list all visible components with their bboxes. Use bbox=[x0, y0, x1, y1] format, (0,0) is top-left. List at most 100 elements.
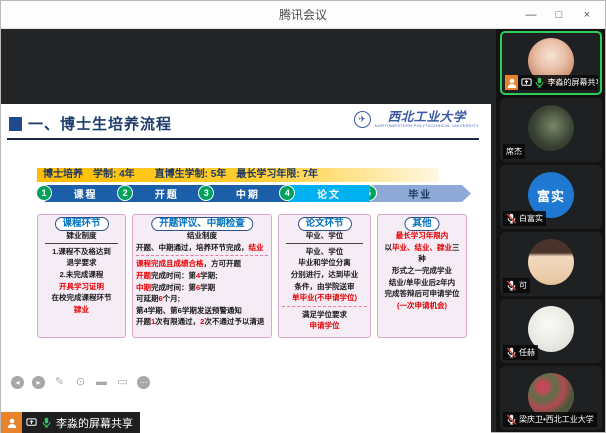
stage-box-line: 在校完成课程环节 bbox=[51, 293, 112, 303]
mic-off-icon bbox=[506, 280, 517, 291]
participant-badge-row: 席杰 bbox=[503, 144, 525, 159]
mic-on-icon bbox=[41, 417, 52, 428]
participant-name-badge: 可 bbox=[503, 278, 530, 293]
university-name: 西北工业大学 bbox=[387, 109, 466, 124]
stage-box-line: 开题、中期通过，培养环节完成，结业 bbox=[136, 242, 268, 257]
process-steps: 1 课程 2 开题 3 中期 4 论文 5毕业 bbox=[36, 185, 471, 202]
stage-box-line: 条件，由学院送审 bbox=[294, 281, 355, 291]
step-number-icon: 1 bbox=[36, 185, 52, 201]
participant-name: 席杰 bbox=[506, 147, 522, 156]
stage-box-line: 可延期6个月; bbox=[136, 294, 181, 304]
participant-name: 梁庆卫•西北工业大学 bbox=[519, 415, 594, 424]
stage-box-line: 完成答辩后可申请学位 bbox=[384, 289, 460, 299]
shared-screen-area: 一、博士生培养流程 ✈ 西北工业大学 NORTHWESTERN POLYTECH… bbox=[1, 29, 498, 433]
meeting-window: 腾讯会议 — □ × 一、博士生培养流程 ✈ 西北工业大学 NORTHWESTE… bbox=[0, 0, 606, 433]
stage-box: 课程环节 肄业制度 1.课程不及格达到 退学要求 2.未完成课程 开具学习证明 在校完成课程… bbox=[37, 214, 126, 338]
stage-box-body: 结业制度 开题、中期通过，培养环节完成，结业 课程完成且成绩合格，方可开题 开题完成时… bbox=[136, 230, 268, 328]
minimize-button[interactable]: — bbox=[517, 1, 545, 29]
slide-heading: 一、博士生培养流程 bbox=[9, 113, 172, 134]
step-label: 中期 bbox=[235, 190, 260, 201]
stage-box-line: 1.课程不及格达到 bbox=[52, 246, 111, 256]
step-label: 开题 bbox=[154, 190, 179, 201]
participant-tile[interactable]: 李淼的屏幕共享 bbox=[500, 31, 602, 95]
participant-name-badge: 任赫 bbox=[503, 345, 538, 360]
presenter-toolbar: ◂ ▸ ✎ ⊙ ▬ ▭ ⋯ bbox=[11, 376, 150, 389]
participants-sidebar[interactable]: 李淼的屏幕共享席杰富实 白富实可任赫梁庆卫•西北工业大学 bbox=[496, 29, 605, 432]
stage-box-title: 课程环节 bbox=[54, 217, 109, 231]
mic-off-icon bbox=[506, 414, 517, 425]
stage-box-line: 满足学位要求 bbox=[302, 309, 347, 319]
close-button[interactable]: × bbox=[573, 1, 601, 29]
participant-name: 李淼的屏幕共享 bbox=[547, 78, 598, 87]
screen-share-status: 李淼的屏幕共享 bbox=[1, 412, 140, 433]
stage-box-line: 中期完成时间：第6学期 bbox=[136, 282, 216, 292]
stage-box-line: 开题1次有限通过，2次不通过予以清退 bbox=[136, 317, 265, 327]
participant-badge-row: 任赫 bbox=[503, 345, 538, 360]
stage-box-line: 毕业、学位 bbox=[305, 246, 344, 256]
stage-box-line: 结业制度 bbox=[187, 231, 217, 240]
avatar bbox=[528, 105, 574, 151]
comment-icon[interactable]: ▭ bbox=[116, 376, 129, 389]
participant-name: 任赫 bbox=[519, 348, 535, 357]
heading-divider bbox=[7, 138, 479, 140]
maximize-button[interactable]: □ bbox=[545, 1, 573, 29]
university-name-en: NORTHWESTERN POLYTECHNICAL UNIVERSITY bbox=[374, 123, 479, 128]
stage-box-body: 肄业制度 1.课程不及格达到 退学要求 2.未完成课程 开具学习证明 在校完成课程环节 肄业 bbox=[41, 230, 122, 315]
stage-box-line: 毕业、学位 bbox=[286, 230, 363, 244]
stage-box-line: 肄业 bbox=[74, 304, 89, 314]
stage-box-line: 最长学习年限内 bbox=[395, 231, 449, 240]
titlebar: 腾讯会议 — □ × bbox=[1, 1, 605, 29]
stage-box-title: 其他 bbox=[404, 217, 440, 231]
stage-box-line: 退学要求 bbox=[66, 258, 97, 268]
stage-boxes: 课程环节 肄业制度 1.课程不及格达到 退学要求 2.未完成课程 开具学习证明 在校完成课程… bbox=[37, 214, 467, 338]
participant-badge-row: 可 bbox=[503, 278, 530, 293]
stage-box-line: 毕业和学位分离 bbox=[298, 258, 351, 268]
step-number-icon: 4 bbox=[279, 185, 296, 201]
stage-box: 其他 最长学习年限内 以毕业、结业、肄业三种 形式之一完成学业 结业/单毕业后2年内 完成… bbox=[377, 214, 467, 338]
heading-square-icon bbox=[9, 116, 22, 131]
next-icon[interactable]: ▸ bbox=[32, 376, 45, 389]
step-number-icon: 3 bbox=[198, 185, 215, 201]
screen-share-icon bbox=[26, 417, 37, 428]
step-label: 课程 bbox=[73, 190, 98, 201]
pen-icon[interactable]: ✎ bbox=[53, 376, 66, 389]
camera-icon[interactable]: ▬ bbox=[95, 376, 108, 389]
participant-badge-row: 梁庆卫•西北工业大学 bbox=[503, 412, 597, 427]
participant-tile[interactable]: 任赫 bbox=[500, 299, 602, 363]
participant-name-badge: 席杰 bbox=[503, 144, 525, 159]
stage-box-title: 论文环节 bbox=[297, 217, 352, 231]
stage-box-body: 毕业、学位 毕业、学位 毕业和学位分离 分别进行，达到毕业 条件，由学院送审 单毕业(不申… bbox=[282, 230, 367, 332]
step-label: 毕业 bbox=[408, 190, 433, 201]
stage-box-line: 肄业制度 bbox=[45, 230, 118, 244]
stage-box-line: 申请学位 bbox=[309, 321, 340, 331]
mic-on-icon bbox=[534, 77, 545, 88]
university-emblem-icon: ✈ bbox=[353, 110, 371, 128]
participant-tile[interactable]: 可 bbox=[500, 232, 602, 296]
stage-box-title: 开题评议、中期检查 bbox=[151, 217, 253, 231]
stage-box-line: 开具学习证明 bbox=[59, 281, 104, 291]
stage-box-body: 最长学习年限内 以毕业、结业、肄业三种 形式之一完成学业 结业/单毕业后2年内 完成答辩… bbox=[381, 230, 463, 311]
share-label-text: 李淼的屏幕共享 bbox=[56, 417, 133, 430]
prev-icon[interactable]: ◂ bbox=[11, 376, 24, 389]
step-label: 论文 bbox=[316, 190, 341, 201]
duration-info-bar: 博士培养 学制: 4年 直博生学制: 5年 最长学习年限: 7年 bbox=[37, 168, 439, 182]
screen-share-icon bbox=[521, 77, 533, 88]
laser-icon[interactable]: ⊙ bbox=[74, 376, 87, 389]
mic-off-icon bbox=[506, 213, 517, 224]
more-icon[interactable]: ⋯ bbox=[137, 376, 150, 389]
process-step: 2 开题 bbox=[117, 185, 208, 202]
participant-tile[interactable]: 富实 白富实 bbox=[500, 165, 602, 229]
stage-box: 开题评议、中期检查 结业制度 开题、中期通过，培养环节完成，结业 课程完成且成绩合格，… bbox=[132, 214, 272, 338]
share-status-bar: 李淼的屏幕共享 bbox=[22, 412, 140, 433]
stage-box-line: 形式之一完成学业 bbox=[392, 265, 452, 275]
participant-tile[interactable]: 席杰 bbox=[500, 98, 602, 162]
participant-name: 白富实 bbox=[519, 214, 543, 223]
process-step: 3 中期 bbox=[198, 185, 289, 202]
stage-box-line: 2.未完成课程 bbox=[59, 269, 104, 279]
participant-name: 可 bbox=[519, 281, 527, 290]
participant-tile[interactable]: 梁庆卫•西北工业大学 bbox=[500, 366, 602, 430]
presenter-icon bbox=[505, 75, 519, 90]
participant-name-badge: 李淼的屏幕共享 bbox=[518, 75, 598, 90]
slide-title: 一、博士生培养流程 bbox=[28, 116, 173, 133]
university-logo: ✈ 西北工业大学 NORTHWESTERN POLYTECHNICAL UNIV… bbox=[353, 109, 479, 128]
